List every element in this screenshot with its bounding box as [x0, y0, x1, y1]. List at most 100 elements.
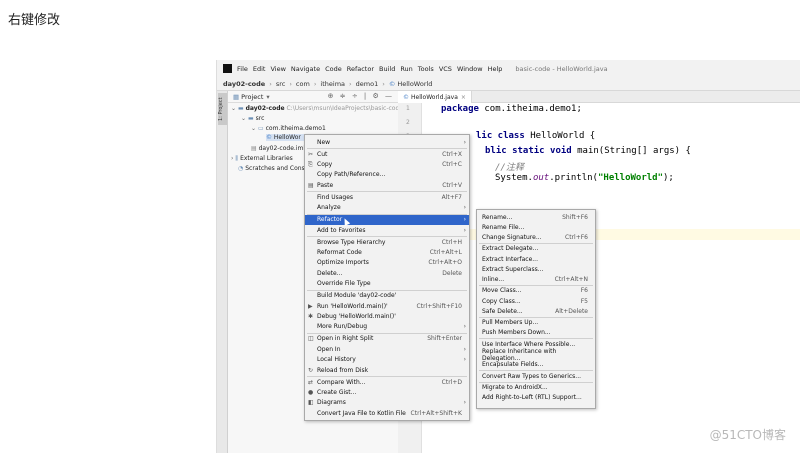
menu-item-cut[interactable]: ✂ Cut Ctrl+X: [305, 149, 469, 159]
menu-item-icon: ◧: [308, 399, 314, 407]
menu-item-paste[interactable]: ▤ Paste Ctrl+V: [305, 180, 469, 190]
project-tool-tab[interactable]: 1: Project: [218, 93, 227, 125]
menu-item-compare-with[interactable]: ⇄ Compare With... Ctrl+D: [305, 377, 469, 387]
menu-item-open-in-right-split[interactable]: ◫ Open in Right Split Shift+Enter: [305, 334, 469, 344]
java-class-icon: ©: [266, 134, 272, 141]
menu-item-icon: ▤: [308, 181, 314, 189]
refactor-item-replace-inheritance-with-delegation[interactable]: Replace Inheritance with Delegation...: [477, 348, 595, 362]
menu-item-label: Convert Raw Types to Generics...: [482, 372, 582, 380]
refactor-item-push-members-down[interactable]: Push Members Down...: [477, 328, 595, 338]
menu-item-optimize-imports[interactable]: Optimize Imports Ctrl+Alt+O: [305, 258, 469, 268]
tree-item-helloworld[interactable]: © HelloWor: [266, 134, 308, 141]
menu-item-label: Analyze: [317, 204, 341, 212]
menu-item-label: Add to Favorites: [317, 226, 366, 234]
tree-item-src[interactable]: ⌄ ▬ src: [241, 115, 264, 122]
menu-item-copy[interactable]: ⎘ Copy Ctrl+C: [305, 159, 469, 169]
menu-item-new[interactable]: New ›: [305, 137, 469, 147]
menu-item-shortcut: Ctrl+Alt+N: [554, 276, 588, 284]
refactor-item-add-right-to-left-rtl-support[interactable]: Add Right-to-Left (RTL) Support...: [477, 393, 595, 403]
menu-item-add-to-favorites[interactable]: Add to Favorites ›: [305, 225, 469, 235]
menu-item-more-run-debug[interactable]: More Run/Debug ›: [305, 322, 469, 332]
scratches-icon: ◔: [238, 165, 244, 172]
menu-vcs[interactable]: VCS: [439, 65, 452, 73]
refactor-item-encapsulate-fields[interactable]: Encapsulate Fields...: [477, 360, 595, 370]
menu-item-local-history[interactable]: Local History ›: [305, 355, 469, 365]
menu-item-copy-path-reference[interactable]: Copy Path/Reference...: [305, 170, 469, 180]
menu-item-shortcut: Shift+Enter: [427, 335, 462, 343]
menu-view[interactable]: View: [270, 65, 285, 73]
java-class-icon: ©: [388, 79, 396, 88]
breadcrumb-demo1[interactable]: demo1: [356, 80, 379, 88]
menu-item-build-module-day02-code[interactable]: Build Module 'day02-code': [305, 291, 469, 301]
menu-item-icon: ↻: [308, 366, 314, 374]
refactor-item-convert-raw-types-to-generics[interactable]: Convert Raw Types to Generics...: [477, 371, 595, 381]
breadcrumb-helloworld[interactable]: HelloWorld: [397, 80, 432, 88]
chevron-down-icon[interactable]: ▾: [266, 93, 269, 101]
refactor-item-copy-class[interactable]: Copy Class... F5: [477, 296, 595, 306]
tree-item-external-libraries[interactable]: › ⫼ External Libraries: [231, 155, 293, 163]
tab-helloworld-java[interactable]: © HelloWorld.java ×: [398, 91, 472, 103]
menu-item-analyze[interactable]: Analyze ›: [305, 203, 469, 213]
menu-item-run-helloworld-main[interactable]: ▶ Run 'HelloWorld.main()' Ctrl+Shift+F10: [305, 301, 469, 311]
chevron-right-icon: ›: [463, 399, 466, 407]
menu-item-label: Rename...: [482, 213, 513, 221]
tree-item-root[interactable]: ⌄ ▬ day02-code C:\Users\msun\IdeaProjects…: [231, 105, 403, 112]
menu-refactor[interactable]: Refactor: [347, 65, 374, 73]
refactor-item-move-class[interactable]: Move Class... F6: [477, 286, 595, 296]
watermark: @51CTO博客: [709, 428, 786, 442]
menu-tools[interactable]: Tools: [418, 65, 434, 73]
menu-item-open-in[interactable]: Open In ›: [305, 344, 469, 354]
menu-item-shortcut: Ctrl+H: [441, 238, 462, 246]
menu-item-override-file-type[interactable]: Override File Type: [305, 279, 469, 289]
refactor-item-rename-file[interactable]: Rename File...: [477, 222, 595, 232]
menu-item-refactor[interactable]: Refactor ›: [305, 214, 469, 226]
chevron-right-icon: ›: [463, 345, 466, 353]
menu-item-create-gist[interactable]: ● Create Gist...: [305, 387, 469, 397]
menu-item-convert-java-file-to-kotlin-file[interactable]: Convert Java File to Kotlin File Ctrl+Alt…: [305, 408, 469, 418]
menu-item-delete[interactable]: Delete... Delete: [305, 268, 469, 278]
menu-navigate[interactable]: Navigate: [291, 65, 320, 73]
refactor-item-extract-interface[interactable]: Extract Interface...: [477, 254, 595, 264]
menu-edit[interactable]: Edit: [253, 65, 266, 73]
refactor-item-rename[interactable]: Rename... Shift+F6: [477, 212, 595, 222]
refactor-item-change-signature[interactable]: Change Signature... Ctrl+F6: [477, 232, 595, 242]
refactor-item-inline[interactable]: Inline... Ctrl+Alt+N: [477, 274, 595, 284]
menu-help[interactable]: Help: [488, 65, 503, 73]
refactor-item-extract-delegate[interactable]: Extract Delegate...: [477, 244, 595, 254]
line-number: 2: [406, 119, 410, 126]
breadcrumb-src[interactable]: src: [276, 80, 286, 88]
tree-item-iml[interactable]: ▤ day02-code.iml: [251, 145, 305, 152]
refactor-item-pull-members-up[interactable]: Pull Members Up...: [477, 318, 595, 328]
menu-run[interactable]: Run: [400, 65, 412, 73]
panel-tool-icons[interactable]: ⊕ ≑ ÷ | ⚙ —: [328, 92, 394, 100]
menu-item-find-usages[interactable]: Find Usages Alt+F7: [305, 192, 469, 202]
library-icon: ⫼: [235, 155, 239, 162]
tree-item-scratches[interactable]: ◔ Scratches and Cons: [238, 165, 305, 172]
menu-item-browse-type-hierarchy[interactable]: Browse Type Hierarchy Ctrl+H: [305, 237, 469, 247]
breadcrumb-com[interactable]: com: [296, 80, 310, 88]
menu-code[interactable]: Code: [325, 65, 342, 73]
menu-item-debug-helloworld-main[interactable]: ✱ Debug 'HelloWorld.main()': [305, 311, 469, 321]
code-line: lic class HelloWorld {: [476, 131, 596, 141]
breadcrumb-project[interactable]: day02-code: [223, 80, 265, 88]
project-panel-title[interactable]: Project: [241, 93, 263, 101]
menu-file[interactable]: File: [237, 65, 248, 73]
menu-item-reformat-code[interactable]: Reformat Code Ctrl+Alt+L: [305, 247, 469, 257]
refactor-item-safe-delete[interactable]: Safe Delete... Alt+Delete: [477, 306, 595, 316]
menu-item-label: Paste: [317, 181, 334, 189]
menu-item-label: Extract Interface...: [482, 255, 538, 263]
close-icon[interactable]: ×: [461, 94, 466, 101]
menu-item-icon: ✱: [308, 313, 314, 321]
tree-item-package[interactable]: ⌄ ▭ com.itheima.demo1: [251, 125, 326, 132]
refactor-item-migrate-to-androidx[interactable]: Migrate to AndroidX...: [477, 382, 595, 392]
menu-build[interactable]: Build: [379, 65, 395, 73]
menu-item-label: Cut: [317, 150, 328, 158]
menu-item-label: Encapsulate Fields...: [482, 361, 544, 369]
refactor-item-extract-superclass[interactable]: Extract Superclass...: [477, 264, 595, 274]
iml-file-icon: ▤: [251, 145, 257, 152]
menu-window[interactable]: Window: [457, 65, 483, 73]
menu-item-reload-from-disk[interactable]: ↻ Reload from Disk: [305, 365, 469, 375]
menu-item-shortcut: Ctrl+F6: [565, 234, 588, 242]
menu-item-diagrams[interactable]: ◧ Diagrams ›: [305, 398, 469, 408]
breadcrumb-itheima[interactable]: itheima: [320, 80, 345, 88]
